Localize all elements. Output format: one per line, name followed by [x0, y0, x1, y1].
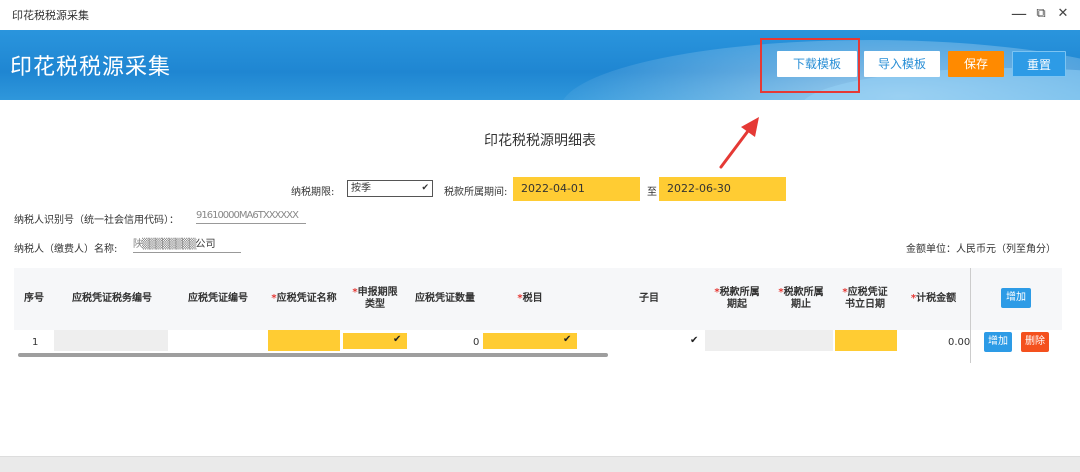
sign-date-input[interactable] [835, 330, 897, 351]
column-header-voucher-no: 应税凭证编号 [188, 293, 248, 304]
import-template-button[interactable]: 导入模板 [864, 51, 940, 77]
page-heading: 印花税税源采集 [10, 55, 172, 80]
period-end-input[interactable]: 2022-06-30 [659, 177, 786, 201]
column-header-period-end: *税款所属期止 [778, 287, 824, 310]
amount-unit-note: 金额单位：人民币元（列至角分） [906, 244, 1056, 255]
highlight-annotation [760, 38, 860, 93]
taxpayer-id-field: 91610000MA6TXXXXXX [196, 208, 306, 224]
sub-item-chevron-down-icon[interactable]: ✔︎ [690, 335, 698, 346]
header-add-button[interactable]: 增加 [1001, 288, 1031, 308]
tax-item-select[interactable]: ✔︎ [483, 333, 577, 349]
chevron-down-icon: ✔︎ [393, 334, 402, 345]
column-header-amount: *计税金额 [910, 293, 957, 304]
column-header-sub-item: 子目 [639, 293, 659, 304]
column-header-voucher-tax-no: 应税凭证税务编号 [72, 293, 152, 304]
period-start-cell [705, 330, 769, 351]
window-title: 印花税税源采集 [12, 9, 89, 22]
chevron-down-icon: ✔︎ [563, 334, 572, 345]
restore-icon[interactable]: ⧉ [1032, 4, 1050, 24]
row-add-button[interactable]: 增加 [984, 332, 1012, 352]
column-header-tax-item: *税目 [517, 293, 543, 304]
minimize-icon[interactable]: — [1010, 4, 1028, 24]
reset-button[interactable]: 重置 [1012, 51, 1066, 77]
taxpayer-name-field: 陕▒▒▒▒▒▒▒▒公司 [133, 237, 241, 253]
period-type-select[interactable]: ✔︎ [343, 333, 407, 349]
taxpayer-name-label: 纳税人（缴费人）名称: [14, 244, 118, 255]
taxpayer-id-label: 纳税人识别号（统一社会信用代码）： [14, 215, 179, 226]
tax-period-label: 纳税期限: [291, 187, 335, 198]
window-titlebar: 印花税税源采集 — ⧉ ✕ [0, 0, 1080, 30]
taxpayer-name-prefix: 陕▒▒▒▒▒▒▒▒ [133, 239, 197, 250]
tax-period-value: 按季 [351, 183, 371, 194]
column-header-quantity: 应税凭证数量 [415, 293, 475, 304]
chevron-down-icon: ✔︎ [421, 183, 429, 193]
header-banner: 印花税税源采集 下载模板 导入模板 保存 重置 [0, 30, 1080, 100]
voucher-name-input[interactable] [268, 330, 340, 351]
voucher-no-input[interactable] [170, 330, 266, 351]
save-button[interactable]: 保存 [948, 51, 1004, 77]
row-delete-button[interactable]: 删除 [1021, 332, 1049, 352]
tax-period-select[interactable]: 按季 ✔︎ [347, 180, 433, 197]
column-header-period-start: *税款所属期起 [714, 287, 760, 310]
close-icon[interactable]: ✕ [1054, 4, 1072, 24]
period-label: 税款所属期间: [444, 187, 508, 198]
taxpayer-name-suffix: 公司 [195, 239, 216, 250]
period-end-cell [769, 330, 833, 351]
period-to-label: 至 [647, 187, 657, 198]
window-footer [0, 456, 1080, 472]
row-index: 1 [32, 337, 39, 348]
column-header-sign-date: *应税凭证书立日期 [842, 287, 888, 310]
quantity-value[interactable]: 0 [473, 337, 479, 348]
amount-value[interactable]: 0.00 [948, 337, 970, 348]
column-header-voucher-name: *应税凭证名称 [271, 293, 337, 304]
column-divider [970, 268, 971, 363]
form-title: 印花税税源明细表 [484, 133, 596, 149]
voucher-tax-no-input[interactable] [54, 330, 168, 351]
horizontal-scrollbar[interactable] [18, 353, 608, 357]
column-header-index: 序号 [24, 293, 44, 304]
period-start-input[interactable]: 2022-04-01 [513, 177, 640, 201]
column-header-period-type: *申报期限类型 [352, 287, 398, 310]
